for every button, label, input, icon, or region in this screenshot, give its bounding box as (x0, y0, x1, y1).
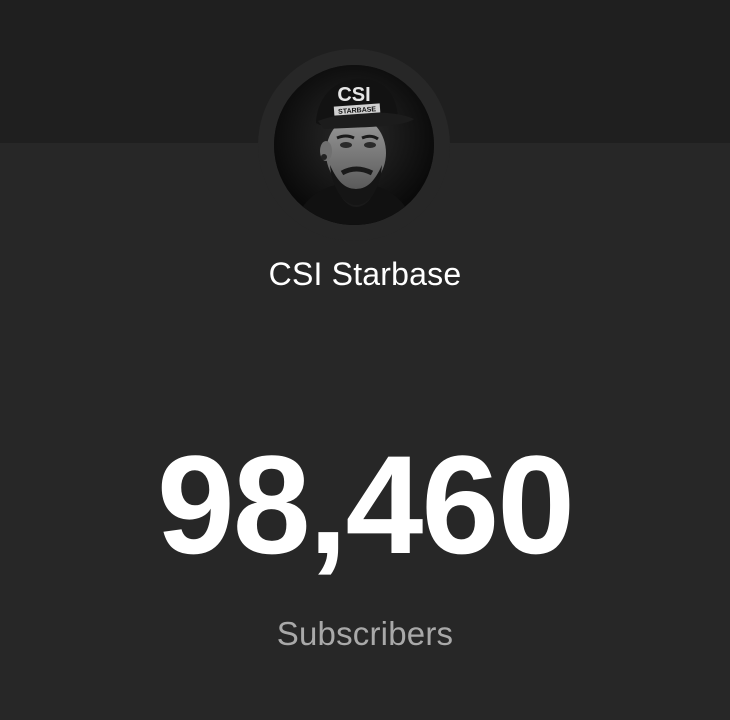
subscriber-count-card: CSI STARBASE CSI Starbase 98,460 Subscri… (0, 0, 730, 720)
hat-text-main: CSI (337, 84, 370, 106)
subscriber-label: Subscribers (276, 615, 454, 652)
subscriber-count: 98,460 (156, 426, 575, 583)
channel-name[interactable]: CSI Starbase (0, 254, 730, 294)
avatar-image: CSI STARBASE (274, 65, 434, 225)
avatar[interactable]: CSI STARBASE (274, 65, 434, 225)
